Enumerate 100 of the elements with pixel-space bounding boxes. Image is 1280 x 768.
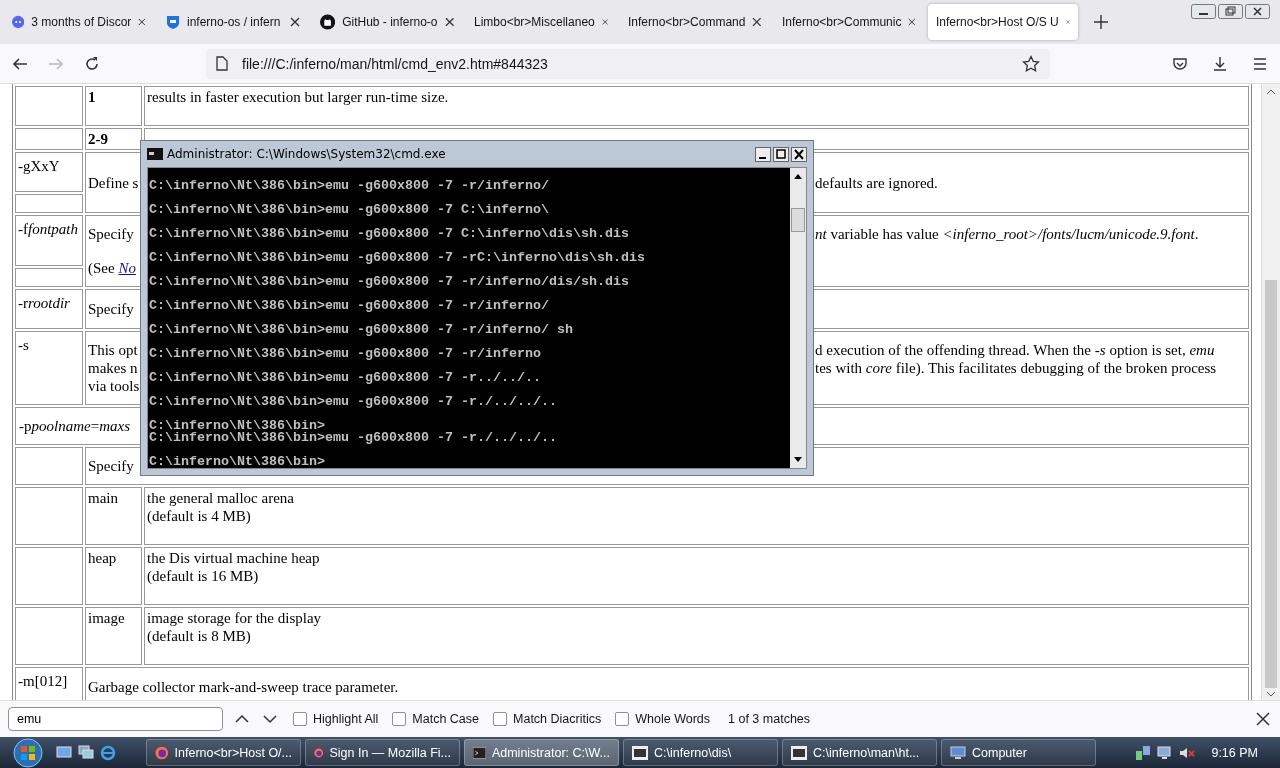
taskbar-button[interactable]: Inferno<br>Host O/... <box>146 739 301 766</box>
option-cell: -gXxY <box>15 152 83 192</box>
console-line: C:\inferno\Nt\386\bin>emu -g600x800 -7 -r/inferno <box>149 345 542 360</box>
browser-tab[interactable]: Inferno<br>Command <box>620 4 770 40</box>
window-title: Administrator: C:\Windows\System32\cmd.exe <box>167 147 447 161</box>
checkbox-label[interactable]: Match Diacritics <box>513 712 602 726</box>
empty-cell <box>15 487 83 545</box>
computer-icon <box>950 744 966 761</box>
restore-button[interactable] <box>1218 4 1243 19</box>
archive-icon <box>632 745 648 760</box>
browser-tab[interactable]: inferno-os / infern <box>158 4 308 40</box>
scroll-thumb[interactable] <box>1265 280 1277 688</box>
link[interactable]: No <box>118 260 136 276</box>
match-count: 1 of 3 matches <box>728 712 811 726</box>
console-icon <box>473 745 486 760</box>
address-bar[interactable]: file:///C:/inferno/man/html/cmd_env2.htm#844323 <box>206 48 1050 79</box>
console-line: C:\inferno\Nt\386\bin>emu -g600x800 -7 -r../../.. <box>149 369 542 384</box>
taskbar-button[interactable]: Computer <box>941 739 1096 766</box>
table-cell: image storage for the display (default is 8 MB) <box>144 607 1249 665</box>
table-cell: heap <box>85 547 142 605</box>
close-icon[interactable] <box>1256 712 1270 726</box>
fox-globe-icon <box>155 744 169 761</box>
taskbar-button[interactable]: Administrator: C:\W... <box>464 739 619 766</box>
browser-tab[interactable]: 3 months of Discor <box>4 4 154 40</box>
console-line: C:\inferno\Nt\386\bin> <box>149 417 325 432</box>
table-cell: the general malloc arena (default is 4 MB) <box>144 487 1249 545</box>
checkbox[interactable] <box>615 712 630 726</box>
download-icon[interactable] <box>1212 55 1228 72</box>
description-text: Specify <box>88 300 134 318</box>
checkbox[interactable] <box>293 712 307 726</box>
option-cell: -ffontpath <box>15 215 83 266</box>
taskbar-button[interactable]: C:\inferno\man\ht... <box>782 739 937 766</box>
table-cell: image <box>85 607 142 665</box>
checkbox[interactable] <box>493 712 508 726</box>
close-button[interactable] <box>1245 4 1270 19</box>
taskbar-button[interactable]: Sign In — Mozilla Fi... <box>305 739 460 766</box>
table-cell: main <box>85 487 142 545</box>
chevron-up-icon[interactable] <box>235 713 249 724</box>
windows-icon[interactable] <box>78 744 94 759</box>
table-cell: the Dis virtual machine heap (default is 16 MB) <box>144 547 1249 605</box>
checkbox-label[interactable]: Match Case <box>412 712 480 726</box>
maximize-button[interactable] <box>773 146 789 162</box>
console-line: C:\inferno\Nt\386\bin>emu -g600x800 -7 -r/inferno/dis/sh.dis <box>149 273 630 288</box>
scroll-up-icon[interactable] <box>1266 88 1276 96</box>
plus-icon[interactable] <box>1094 14 1108 29</box>
table-cell: 2-9 <box>85 128 142 150</box>
pocket-icon[interactable] <box>1172 55 1188 72</box>
minimize-button[interactable] <box>1191 4 1216 19</box>
description-text: nt variable has value <inferno_root>/fonts/lucm/unicode.9.font. <box>815 225 1199 243</box>
browser-tab[interactable]: Inferno<br>Host O/S U <box>928 4 1078 40</box>
close-icon[interactable] <box>752 17 762 27</box>
scrollbar[interactable] <box>790 168 806 468</box>
find-field[interactable]: emu <box>8 707 223 731</box>
description-text: Specify <box>88 225 134 243</box>
console-line: C:\inferno\Nt\386\bin>emu -g600x800 -7 -r/inferno/ <box>149 177 550 192</box>
browser-tab[interactable]: Limbo<br>Miscellaneo <box>466 4 616 40</box>
desktop-icon[interactable] <box>56 744 72 759</box>
table-cell: results in faster execution but larger run-time size. <box>144 86 1249 126</box>
close-icon[interactable] <box>290 17 300 27</box>
clock[interactable]: 9:16 PM <box>1211 745 1258 760</box>
scrollbar[interactable] <box>1261 84 1280 700</box>
minimize-button[interactable] <box>755 146 771 162</box>
description-text: d execution of the offending thread. When the -s option is set, emu tes with core file). This facilitates debugging of the broken process <box>815 341 1217 377</box>
taskbar-button[interactable]: C:\inferno\dis\ <box>623 739 778 766</box>
checkbox[interactable] <box>392 712 407 726</box>
scroll-thumb[interactable] <box>791 208 805 232</box>
table-cell: 1 <box>85 86 142 126</box>
empty-cell <box>15 86 83 126</box>
checkbox-label[interactable]: Whole Words <box>635 712 711 726</box>
description-text: defaults are ignored. <box>815 173 938 192</box>
empty-cell <box>15 128 83 150</box>
close-icon[interactable] <box>908 17 916 27</box>
scroll-down-icon[interactable] <box>793 456 803 464</box>
console-line: C:\inferno\Nt\386\bin>emu -g600x800 -7 -r./../../.. <box>149 432 558 444</box>
console-line: C:\inferno\Nt\386\bin>emu -g600x800 -7 -r/inferno/ sh <box>149 321 574 336</box>
console-line: C:\inferno\Nt\386\bin>emu -g600x800 -7 -r./../../.. <box>149 393 558 408</box>
console-line: C:\inferno\Nt\386\bin>emu -g600x800 -7 C:\inferno\ <box>149 201 550 216</box>
browser-tab[interactable]: Inferno<br>Communic <box>774 4 924 40</box>
back-arrow-icon[interactable] <box>12 55 28 72</box>
scroll-up-icon[interactable] <box>793 172 803 180</box>
console-line: C:\inferno\Nt\386\bin>emu -g600x800 -7 -r/inferno/ <box>149 297 550 312</box>
console-line: C:\inferno\Nt\386\bin> <box>149 453 326 468</box>
description-text: This opt makes n via tools <box>88 341 140 395</box>
reload-icon[interactable] <box>84 55 100 72</box>
chevron-down-icon[interactable] <box>263 713 277 724</box>
checkbox-label[interactable]: Highlight All <box>313 712 379 726</box>
star-icon[interactable] <box>1022 54 1040 73</box>
archive-icon <box>791 745 807 760</box>
empty-cell <box>15 607 83 665</box>
browser-tab[interactable]: GitHub - inferno-o <box>312 4 462 40</box>
globe-icon[interactable] <box>100 744 116 761</box>
scroll-down-icon[interactable] <box>1266 690 1276 698</box>
monitor-icon[interactable] <box>1157 744 1174 761</box>
close-icon[interactable] <box>444 17 454 27</box>
description-text: Define s <box>88 173 139 192</box>
close-icon[interactable] <box>138 17 146 27</box>
menu-icon[interactable] <box>1252 55 1268 72</box>
network-icon[interactable] <box>1135 744 1152 761</box>
console-line: C:\inferno\Nt\386\bin>emu -g600x800 -7 C:\inferno\dis\sh.dis <box>149 225 630 240</box>
close-button[interactable] <box>791 146 807 162</box>
